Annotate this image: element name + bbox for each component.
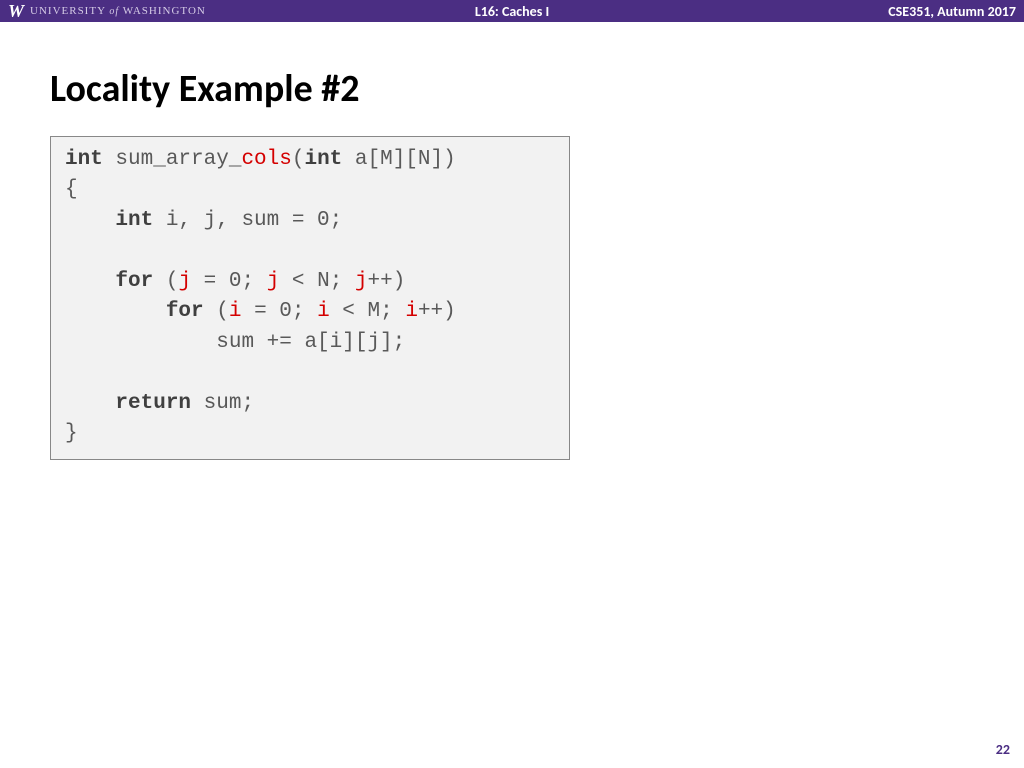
university-pre: UNIVERSITY bbox=[30, 5, 106, 17]
code-line-10: } bbox=[65, 419, 555, 449]
university-of: of bbox=[109, 6, 119, 17]
code-line-7: sum += a[i][j]; bbox=[65, 328, 555, 358]
code-block: int sum_array_cols(int a[M][N]) { int i,… bbox=[50, 136, 570, 460]
code-line-8 bbox=[65, 358, 555, 388]
slide-header: W UNIVERSITY of WASHINGTON L16: Caches I… bbox=[0, 0, 1024, 22]
code-line-1: int sum_array_cols(int a[M][N]) bbox=[65, 145, 555, 175]
page-title: Locality Example #2 bbox=[50, 66, 974, 112]
uw-logo-icon: W bbox=[8, 2, 24, 20]
header-left: W UNIVERSITY of WASHINGTON bbox=[8, 2, 206, 20]
code-line-3: int i, j, sum = 0; bbox=[65, 206, 555, 236]
course-label: CSE351, Autumn 2017 bbox=[888, 3, 1016, 20]
slide-content: Locality Example #2 int sum_array_cols(i… bbox=[0, 22, 1024, 460]
code-line-5: for (j = 0; j < N; j++) bbox=[65, 267, 555, 297]
university-post: WASHINGTON bbox=[123, 5, 206, 17]
university-name: UNIVERSITY of WASHINGTON bbox=[30, 5, 206, 17]
lecture-label: L16: Caches I bbox=[475, 3, 549, 20]
code-line-6: for (i = 0; i < M; i++) bbox=[65, 297, 555, 327]
code-line-9: return sum; bbox=[65, 389, 555, 419]
code-line-4 bbox=[65, 236, 555, 266]
code-line-2: { bbox=[65, 175, 555, 205]
page-number: 22 bbox=[996, 741, 1010, 758]
